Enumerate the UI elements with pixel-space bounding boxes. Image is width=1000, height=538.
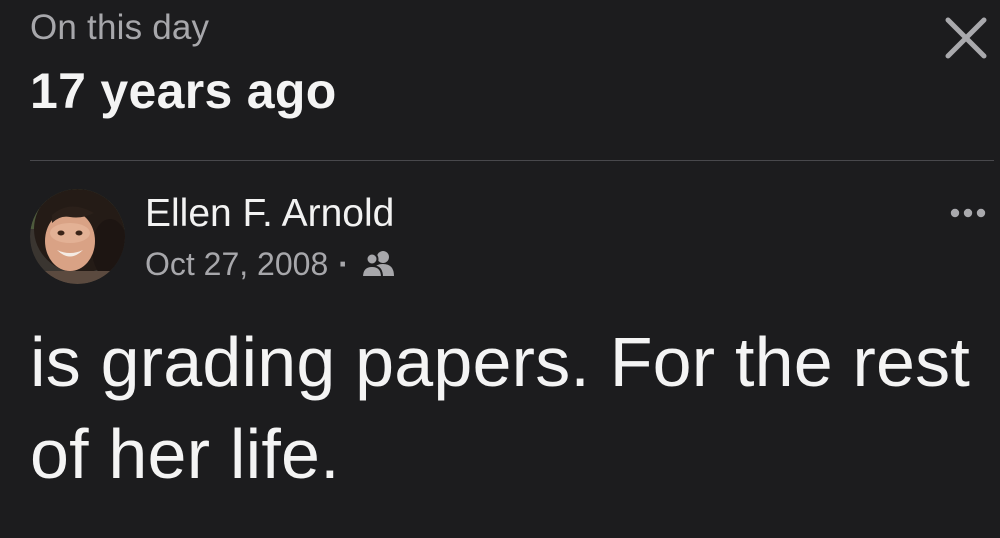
header-divider — [30, 160, 994, 161]
author-name[interactable]: Ellen F. Arnold — [145, 192, 394, 236]
close-icon — [945, 17, 987, 59]
friends-icon[interactable] — [360, 249, 395, 279]
profile-photo — [30, 189, 125, 284]
more-options-button[interactable] — [944, 196, 992, 230]
meta-separator: · — [338, 245, 349, 282]
post-date[interactable]: Oct 27, 2008 — [145, 246, 328, 283]
post-text: is grading papers. For the rest of her l… — [30, 323, 970, 493]
close-button[interactable] — [940, 12, 992, 64]
memory-title: 17 years ago — [30, 63, 337, 119]
avatar[interactable] — [30, 189, 125, 284]
memory-subtitle: On this day — [30, 8, 210, 47]
post-meta: Oct 27, 2008 · — [145, 243, 395, 285]
more-horizontal-icon — [950, 208, 986, 218]
